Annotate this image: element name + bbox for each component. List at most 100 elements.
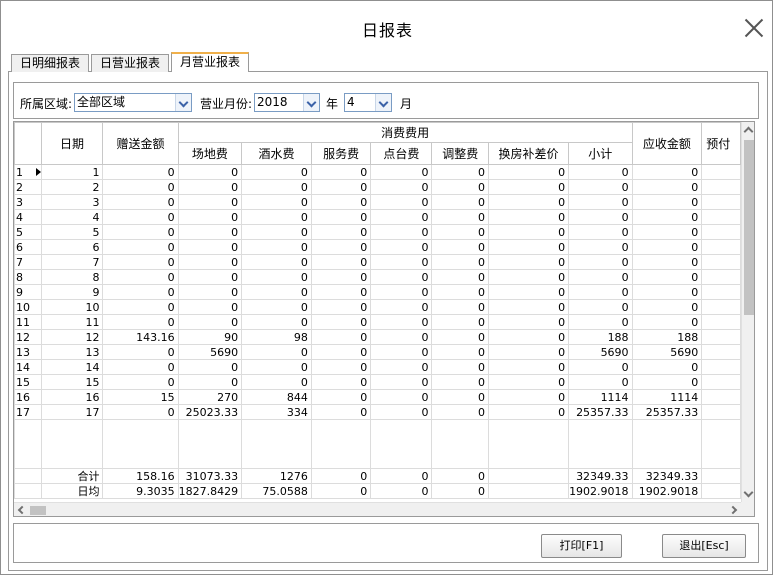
row-number: 10 [14,299,42,315]
horizontal-scrollbar[interactable] [14,502,741,516]
table-row[interactable]: 44000000000 [14,209,741,225]
year-select[interactable]: 2018 [254,93,320,112]
table-cell: 1276 [241,468,312,484]
table-cell: 0 [310,468,372,484]
print-button[interactable]: 打印[F1] [541,534,622,558]
table-row[interactable]: 11000000000 [14,164,741,180]
table-row[interactable]: 14 14 0 0 0 0 0 0 0 0 0 [14,359,741,375]
table-row[interactable]: 55000000000 [14,224,741,240]
chevron-down-icon[interactable] [303,94,319,111]
current-row-pointer-icon [36,168,41,176]
table-cell: 0 [310,344,372,360]
table-cell: 0 [370,209,433,225]
table-cell: 0 [431,359,489,375]
scroll-thumb[interactable] [30,506,46,515]
table-cell [701,468,741,484]
table-cell: 0 [241,209,312,225]
table-cell: 7 [40,254,104,270]
table-row[interactable]: 16 16 15 270 844 0 0 0 0 1114 1114 [14,389,741,405]
chevron-up-icon[interactable] [743,126,754,137]
tab-monthly-business[interactable]: 月营业报表 [171,52,250,72]
table-cell: 0 [431,374,489,390]
chevron-left-icon[interactable] [17,505,27,515]
table-cell [701,404,741,420]
row-number: 13 [14,344,42,360]
table-cell: 0 [631,179,703,195]
table-cell: 0 [487,179,570,195]
table-row[interactable]: 12 12 143.16 90 98 0 0 0 0 188 188 [14,329,741,345]
table-cell: 98 [241,329,312,345]
table-row[interactable]: 77000000000 [14,254,741,270]
summary-row[interactable]: 合计 158.16 31073.33 1276 0 0 0 32349.33 32349.33 [14,468,741,484]
chevron-down-icon[interactable] [175,94,191,111]
table-cell: 0 [370,344,433,360]
table-cell [701,329,741,345]
table-row[interactable]: 22000000000 [14,179,741,195]
table-cell: 0 [102,179,179,195]
table-cell: 0 [370,254,433,270]
table-cell: 0 [102,374,179,390]
table-row[interactable]: 88000000000 [14,269,741,285]
table-cell: 0 [310,314,372,330]
table-cell: 0 [431,404,489,420]
table-cell: 0 [177,224,243,240]
table-cell: 3 [40,194,104,210]
table-row[interactable]: 66000000000 [14,239,741,255]
table-row[interactable]: 17 17 0 25023.33 334 0 0 0 0 25357.33 25357.33 [14,404,741,420]
col-header-adjust[interactable]: 调整费 [431,142,489,165]
scroll-thumb[interactable] [744,140,754,315]
tab-daily-detail[interactable]: 日明细报表 [11,54,90,72]
table-cell [631,419,703,469]
table-cell: 11 [40,314,104,330]
month-select[interactable]: 4 [344,93,392,112]
table-cell: 0 [310,374,372,390]
table-cell: 5690 [631,344,703,360]
table-cell: 0 [102,224,179,240]
table-cell [40,419,104,469]
region-value: 全部区域 [77,95,126,109]
tab-bar: 日明细报表 日营业报表 月营业报表 [11,52,251,72]
table-cell: 0 [102,299,179,315]
exit-button[interactable]: 退出[Esc] [662,534,746,558]
chevron-right-icon[interactable] [728,505,738,515]
col-header-drinks[interactable]: 酒水费 [241,142,312,165]
region-select[interactable]: 全部区域 [74,93,192,112]
col-header-table-fee[interactable]: 点台费 [370,142,433,165]
table-row[interactable]: 33000000000 [14,194,741,210]
table-cell: 0 [370,239,433,255]
col-header-gift[interactable]: 赠送金额 [102,122,179,165]
table-cell: 2 [40,179,104,195]
summary-row[interactable]: 日均 9.3035 1827.8429 75.0588 0 0 0 1902.9018 1902… [14,483,741,499]
table-cell: 0 [370,468,433,484]
table-cell: 334 [241,404,312,420]
summary-label: 合计 [40,468,104,484]
col-header-subtotal[interactable]: 小计 [568,142,633,165]
chevron-down-icon[interactable] [743,487,754,498]
report-grid[interactable]: 日期 赠送金额 消费费用 应收金额 预付 场地费 酒水费 服务费 点台费 调整费… [13,121,755,517]
table-cell: 0 [370,194,433,210]
tab-daily-business[interactable]: 日营业报表 [91,54,170,72]
table-row[interactable]: 13 13 0 5690 0 0 0 0 0 5690 5690 [14,344,741,360]
table-cell: 0 [370,224,433,240]
table-cell: 1827.8429 [177,483,243,499]
month-label: 营业月份: [200,97,253,111]
table-cell: 0 [177,254,243,270]
month-value: 4 [347,95,355,109]
col-header-date[interactable]: 日期 [40,122,104,165]
chevron-down-icon[interactable] [375,94,391,111]
table-cell: 0 [241,269,312,285]
table-row[interactable]: 10 10 0 0 0 0 0 0 0 0 0 [14,299,741,315]
close-icon[interactable] [738,13,768,43]
col-header-venue[interactable]: 场地费 [177,142,243,165]
table-cell: 0 [487,284,570,300]
table-row[interactable]: 11 11 0 0 0 0 0 0 0 0 0 [14,314,741,330]
col-header-room-diff[interactable]: 换房补差价 [487,142,570,165]
col-header-service[interactable]: 服务费 [310,142,372,165]
col-header-receivable[interactable]: 应收金额 [631,122,703,165]
table-row[interactable]: 15 15 0 0 0 0 0 0 0 0 0 [14,374,741,390]
table-cell: 0 [102,404,179,420]
col-header-prepay[interactable]: 预付 [701,122,741,165]
vertical-scrollbar[interactable] [741,122,754,502]
table-cell: 31073.33 [177,468,243,484]
table-row[interactable]: 99000000000 [14,284,741,300]
